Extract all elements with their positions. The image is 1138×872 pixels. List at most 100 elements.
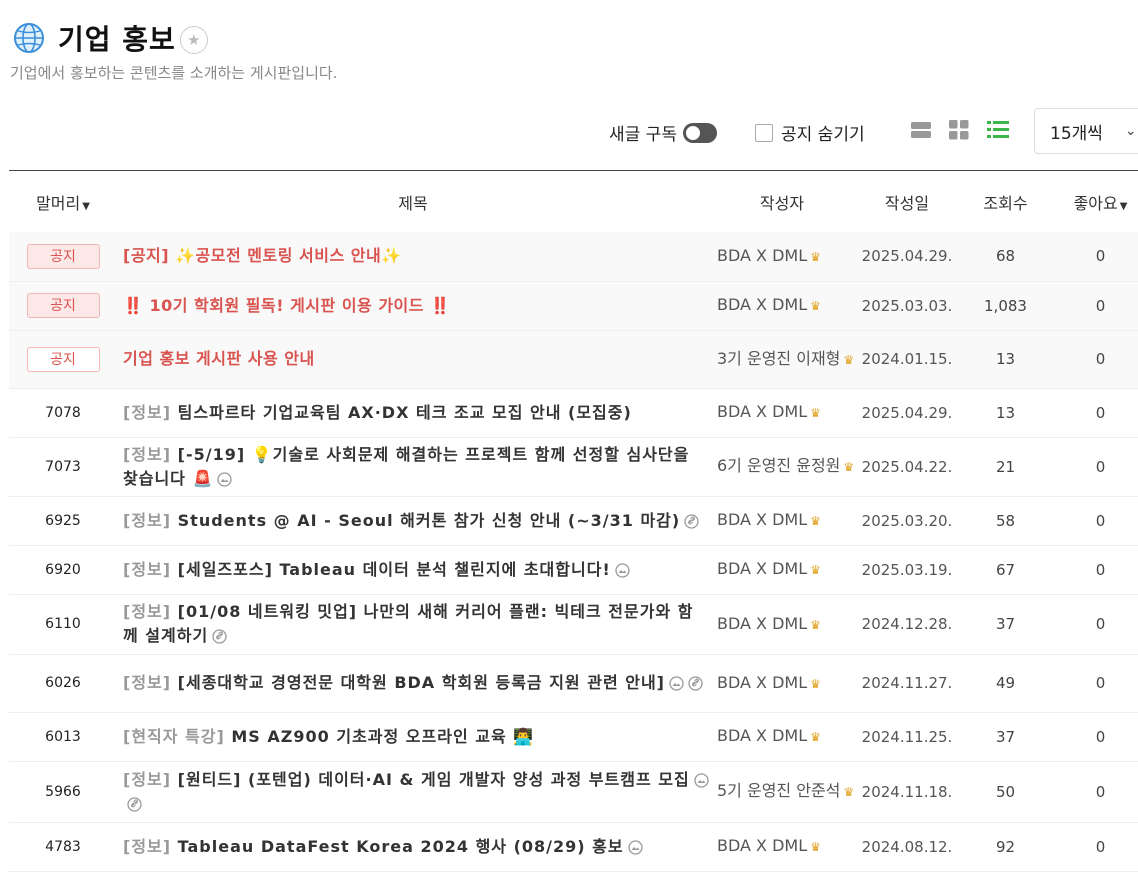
card-view-icon[interactable] bbox=[911, 121, 931, 139]
author-cell[interactable]: BDA X DML ♛ bbox=[709, 654, 855, 713]
author-cell[interactable]: BDA X DML ♛ bbox=[709, 281, 855, 331]
author-cell[interactable]: 5기 운영진 안준석 ♛ bbox=[709, 761, 855, 823]
post-number-cell: 6110 bbox=[9, 594, 117, 655]
post-title-link[interactable]: [공지] ✨공모전 멘토링 서비스 안내✨ bbox=[123, 246, 402, 265]
post-title-link[interactable]: MS AZ900 기초과정 오프라인 교육 👨‍💻 bbox=[231, 727, 534, 746]
author-cell[interactable]: BDA X DML ♛ bbox=[709, 232, 855, 282]
post-title-cell[interactable]: [정보] [세일즈포스] Tableau 데이터 분석 챌린지에 초대합니다! bbox=[117, 545, 709, 595]
toggle-switch[interactable] bbox=[682, 122, 717, 143]
post-title-cell[interactable]: [정보] [01/08 네트워킹 밋업] 나만의 새해 커리어 플랜: 빅테크 … bbox=[117, 594, 709, 655]
table-row: 6026 [정보] [세종대학교 경영전문 대학원 BDA 학회원 등록금 지원 … bbox=[9, 654, 1138, 713]
author-name[interactable]: BDA X DML bbox=[717, 510, 807, 529]
author-cell[interactable]: 6기 운영진 윤정원 ♛ bbox=[709, 437, 855, 497]
caret-down-icon: ▼ bbox=[1119, 200, 1128, 212]
header-title: 제목 bbox=[398, 193, 428, 213]
views-cell: 68 bbox=[959, 232, 1052, 282]
post-category: [정보] bbox=[123, 510, 172, 530]
likes-cell: 0 bbox=[1052, 712, 1138, 762]
views-cell: 37 bbox=[959, 712, 1052, 762]
grid-view-icon[interactable] bbox=[949, 120, 969, 140]
author-cell[interactable]: 3기 운영진 이재형 ♛ bbox=[709, 330, 855, 389]
author-name[interactable]: BDA X DML bbox=[717, 614, 807, 633]
post-category: [정보] bbox=[123, 836, 172, 856]
date-cell: 2024.11.18. bbox=[855, 761, 959, 823]
date-cell: 2025.03.03. bbox=[855, 281, 959, 331]
hide-notice-checkbox[interactable]: 공지 숨기기 bbox=[755, 120, 865, 145]
checkbox[interactable] bbox=[755, 123, 773, 142]
header-views: 조회수 bbox=[983, 193, 1028, 213]
likes-sort[interactable]: 좋아요 ▼ bbox=[1052, 171, 1138, 232]
post-number-cell: 공지 bbox=[9, 232, 117, 282]
post-number: 6920 bbox=[45, 561, 81, 578]
author-cell[interactable]: BDA X DML ♛ bbox=[709, 388, 855, 438]
crown-icon: ♛ bbox=[843, 352, 855, 367]
author-name[interactable]: 6기 운영진 윤정원 bbox=[717, 456, 840, 475]
post-number: 7073 bbox=[45, 458, 81, 475]
post-title-cell[interactable]: [현직자 특강] MS AZ900 기초과정 오프라인 교육 👨‍💻 bbox=[117, 712, 709, 762]
post-number-cell: 6920 bbox=[9, 545, 117, 595]
per-page-select[interactable]: 15개씩 ⌄ bbox=[1034, 108, 1138, 154]
favorite-star-icon[interactable]: ★ bbox=[179, 26, 208, 54]
notice-badge: 공지 bbox=[26, 293, 100, 318]
post-title-link[interactable]: Students @ AI - Seoul 해커톤 참가 신청 안내 (~3/3… bbox=[178, 511, 681, 530]
post-title-link[interactable]: ‼️ 10기 학회원 필독! 게시판 이용 가이드 ‼️ bbox=[123, 296, 450, 315]
post-number-cell: 6925 bbox=[9, 496, 117, 546]
post-title-link[interactable]: [-5/19] 💡기술로 사회문제 해결하는 프로젝트 함께 선정할 심사단을 … bbox=[123, 445, 689, 488]
author-name[interactable]: 5기 운영진 안준석 bbox=[717, 781, 840, 800]
author-name[interactable]: BDA X DML bbox=[717, 402, 807, 421]
post-title-cell[interactable]: [정보] [세종대학교 경영전문 대학원 BDA 학회원 등록금 지원 관련 안… bbox=[117, 654, 709, 713]
post-title-link[interactable]: [세종대학교 경영전문 대학원 BDA 학회원 등록금 지원 관련 안내] bbox=[178, 673, 665, 692]
category-filter[interactable]: 말머리 ▼ bbox=[9, 171, 117, 232]
author-cell[interactable]: BDA X DML ♛ bbox=[709, 712, 855, 762]
post-title-cell[interactable]: [정보] [-5/19] 💡기술로 사회문제 해결하는 프로젝트 함께 선정할 … bbox=[117, 437, 709, 497]
post-title-link[interactable]: [01/08 네트워킹 밋업] 나만의 새해 커리어 플랜: 빅테크 전문가와 … bbox=[123, 602, 693, 645]
table-row: 6920 [정보] [세일즈포스] Tableau 데이터 분석 챌린지에 초대합… bbox=[9, 545, 1138, 595]
likes-cell: 0 bbox=[1052, 761, 1138, 823]
subscribe-toggle[interactable]: 새글 구독 bbox=[609, 120, 717, 145]
date-cell: 2025.04.22. bbox=[855, 437, 959, 497]
author-name[interactable]: BDA X DML bbox=[717, 295, 807, 314]
views-cell: 13 bbox=[959, 388, 1052, 438]
views-cell: 37 bbox=[959, 594, 1052, 655]
post-number-cell: 공지 bbox=[9, 330, 117, 389]
post-number-cell: 공지 bbox=[9, 281, 117, 331]
image-icon bbox=[615, 562, 630, 578]
author-name[interactable]: 3기 운영진 이재형 bbox=[717, 349, 840, 368]
link-icon bbox=[212, 629, 227, 644]
author-name[interactable]: BDA X DML bbox=[717, 726, 807, 745]
table-row: 6110 [정보] [01/08 네트워킹 밋업] 나만의 새해 커리어 플랜: … bbox=[9, 594, 1138, 655]
post-title-link[interactable]: 팀스파르타 기업교육팀 AX·DX 테크 조교 모집 안내 (모집중) bbox=[178, 403, 632, 422]
post-title-link[interactable]: [원티드] (포텐업) 데이터·AI & 게임 개발자 양성 과정 부트캠프 모… bbox=[178, 770, 690, 789]
list-toolbar: 새글 구독 공지 숨기기 15개씩 ⌄ bbox=[0, 108, 1138, 158]
author-cell[interactable]: BDA X DML ♛ bbox=[709, 545, 855, 595]
post-title-cell[interactable]: 기업 홍보 게시판 사용 안내 bbox=[117, 330, 709, 389]
post-title-cell[interactable]: [정보] Students @ AI - Seoul 해커톤 참가 신청 안내 … bbox=[117, 496, 709, 546]
author-name[interactable]: BDA X DML bbox=[717, 559, 807, 578]
author-name[interactable]: BDA X DML bbox=[717, 246, 807, 265]
link-icon bbox=[688, 676, 703, 691]
date-cell: 2025.03.19. bbox=[855, 545, 959, 595]
post-title-link[interactable]: [세일즈포스] Tableau 데이터 분석 챌린지에 초대합니다! bbox=[178, 560, 611, 579]
list-view-icon[interactable] bbox=[987, 121, 1009, 139]
date-cell: 2024.12.28. bbox=[855, 594, 959, 655]
post-title-cell[interactable]: [정보] 팀스파르타 기업교육팀 AX·DX 테크 조교 모집 안내 (모집중) bbox=[117, 388, 709, 438]
post-number-cell: 5966 bbox=[9, 761, 117, 823]
author-cell[interactable]: BDA X DML ♛ bbox=[709, 594, 855, 655]
crown-icon: ♛ bbox=[810, 406, 821, 420]
post-title-link[interactable]: 기업 홍보 게시판 사용 안내 bbox=[123, 349, 315, 368]
views-cell: 1,083 bbox=[959, 281, 1052, 331]
header-date: 작성일 bbox=[884, 193, 930, 213]
notice-badge: 공지 bbox=[26, 243, 100, 269]
post-title-cell[interactable]: [정보] [원티드] (포텐업) 데이터·AI & 게임 개발자 양성 과정 부… bbox=[117, 761, 709, 823]
notice-row: 공지 [공지] ✨공모전 멘토링 서비스 안내✨ BDA X DML ♛ 2025.04… bbox=[9, 232, 1138, 282]
post-title-cell[interactable]: ‼️ 10기 학회원 필독! 게시판 이용 가이드 ‼️ bbox=[117, 281, 709, 331]
crown-icon: ♛ bbox=[810, 840, 821, 854]
post-title-link[interactable]: Tableau DataFest Korea 2024 행사 (08/29) 홍… bbox=[178, 837, 624, 856]
likes-cell: 0 bbox=[1052, 232, 1138, 282]
author-name[interactable]: BDA X DML bbox=[717, 836, 807, 855]
notice-row: 공지 기업 홍보 게시판 사용 안내 3기 운영진 이재형 ♛ 2024.01.15. 1… bbox=[9, 330, 1138, 389]
post-category: [정보] bbox=[123, 769, 172, 789]
post-title-cell[interactable]: [공지] ✨공모전 멘토링 서비스 안내✨ bbox=[117, 232, 709, 282]
author-name[interactable]: BDA X DML bbox=[717, 673, 807, 692]
author-cell[interactable]: BDA X DML ♛ bbox=[709, 496, 855, 546]
